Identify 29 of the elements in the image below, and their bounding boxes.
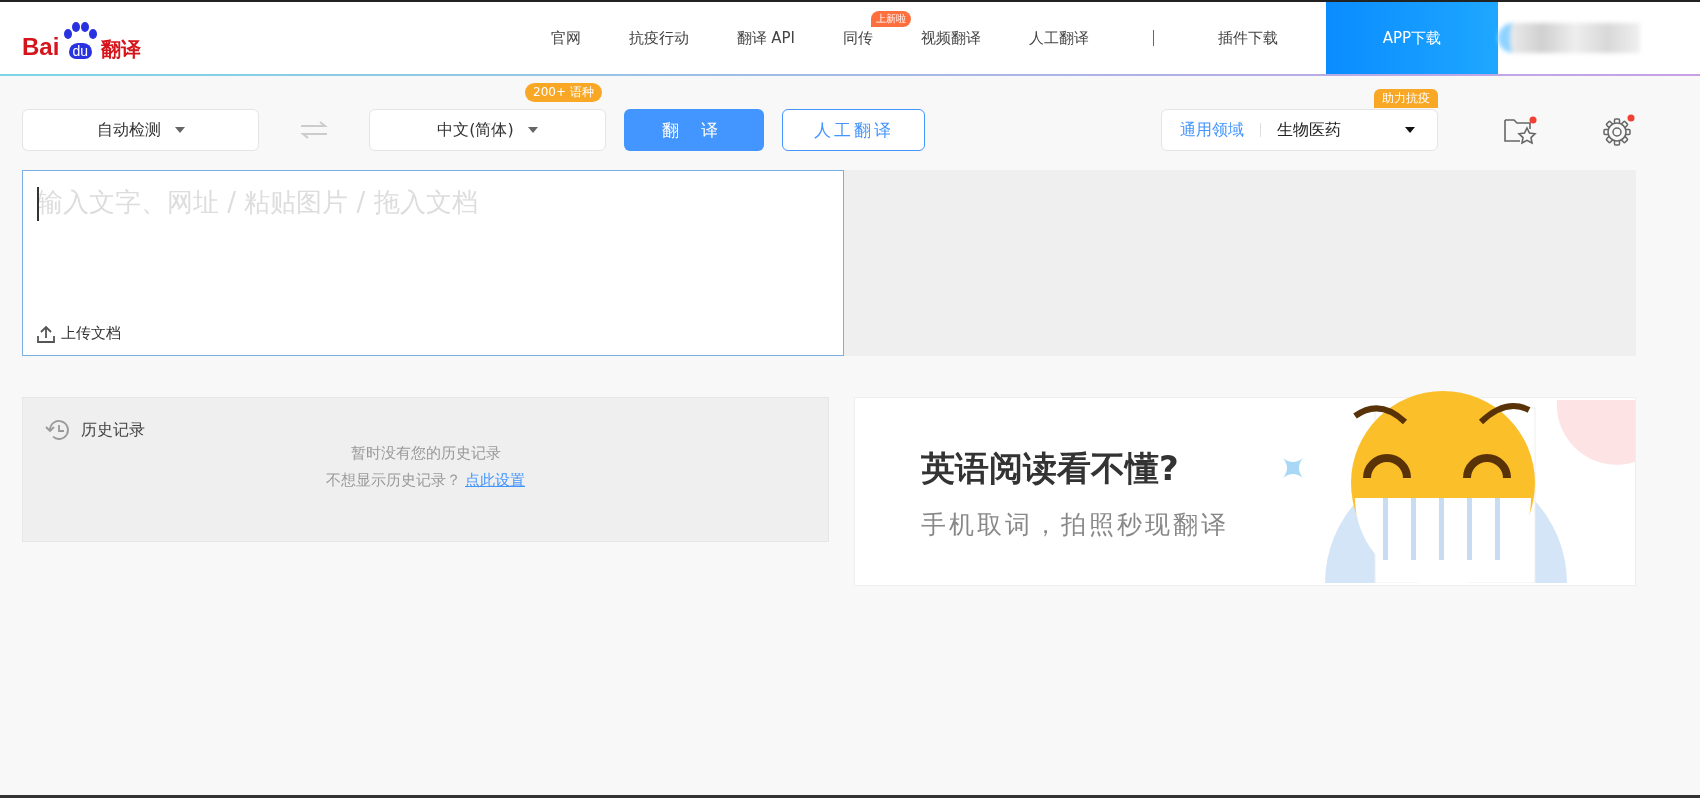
- new-badge: 上新啦: [871, 10, 911, 27]
- caret-icon: [174, 127, 185, 133]
- language-count-badge: 200+ 语种: [525, 83, 602, 102]
- nav-link[interactable]: 视频翻译: [897, 28, 1005, 48]
- history-title: 历史记录: [81, 419, 145, 441]
- logo-text: Bai: [22, 34, 60, 59]
- caret-icon: [1405, 127, 1415, 133]
- nav-link[interactable]: 抗疫行动: [604, 28, 713, 48]
- domain-select[interactable]: 通用领域 生物医药: [1161, 109, 1438, 151]
- campaign-badge: 助力抗疫: [1374, 89, 1438, 108]
- nav-link[interactable]: 人工翻译: [1005, 28, 1113, 48]
- nav-link[interactable]: 翻译 API: [712, 28, 819, 48]
- nav-link[interactable]: 插件下载: [1194, 28, 1302, 48]
- source-language-select[interactable]: 自动检测: [22, 109, 259, 151]
- upload-document-button[interactable]: 上传文档: [37, 324, 121, 343]
- ad-title: 英语阅读看不懂?: [921, 447, 1180, 490]
- settings-icon[interactable]: [1602, 114, 1636, 146]
- upload-icon: [37, 324, 55, 343]
- logo-product-text: 翻译: [101, 38, 142, 59]
- domain-value[interactable]: 生物医药: [1277, 119, 1405, 141]
- history-empty-text: 暂时没有您的历史记录: [349, 444, 502, 463]
- folder-star-icon[interactable]: [1502, 115, 1538, 145]
- ad-subtitle: 手机取词，拍照秒现翻译: [921, 509, 1229, 541]
- caret-icon: [527, 127, 538, 133]
- nav-link[interactable]: 官网: [526, 28, 605, 48]
- target-language-select[interactable]: 中文(简体): [369, 109, 606, 151]
- history-icon: [45, 418, 71, 442]
- history-hint-text: 不想显示历史记录？: [326, 471, 461, 489]
- logo-badge: du: [68, 42, 93, 59]
